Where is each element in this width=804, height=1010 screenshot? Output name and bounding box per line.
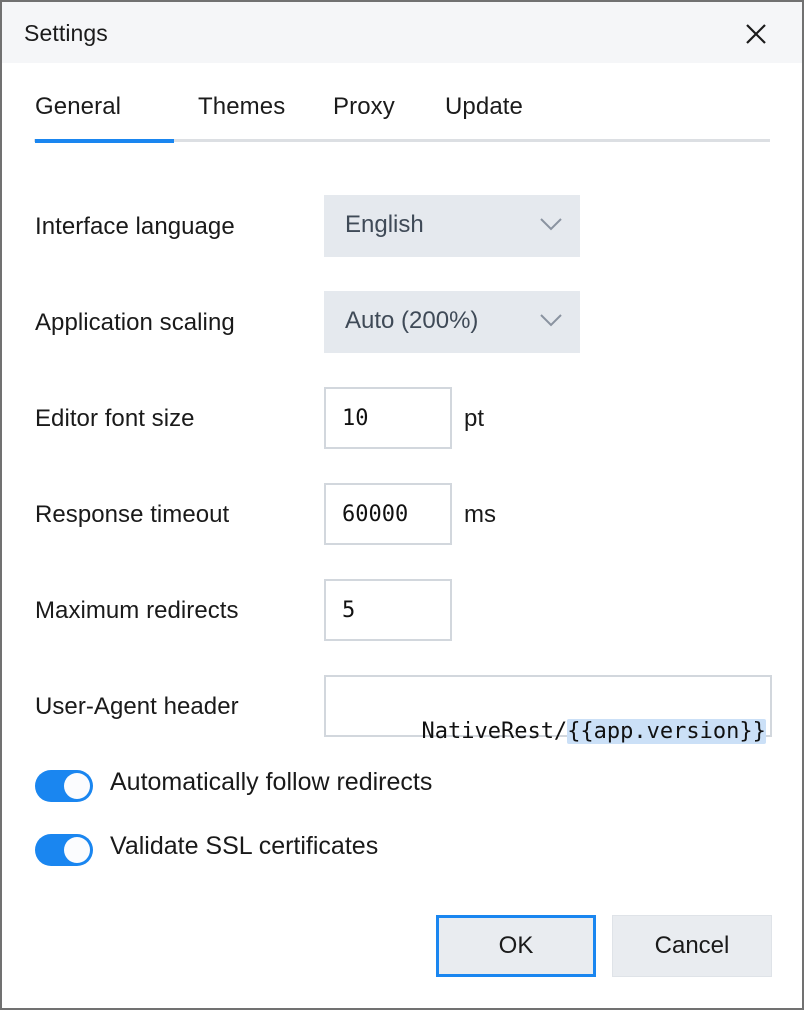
response-timeout-unit: ms [464,501,496,528]
validate-ssl-label: Validate SSL certificates [110,832,379,860]
application-scaling-label: Application scaling [35,309,235,336]
ok-button[interactable]: OK [436,915,596,977]
page-title: Settings [24,20,108,46]
cancel-button-label: Cancel [654,932,730,959]
maximum-redirects-input[interactable]: 5 [324,579,452,641]
interface-language-select[interactable]: English [324,195,580,257]
response-timeout-value: 60000 [342,502,409,527]
active-tab-indicator [35,139,174,143]
validate-ssl-toggle[interactable] [35,834,93,866]
chevron-down-icon [540,313,562,327]
maximum-redirects-value: 5 [342,598,356,623]
user-agent-header-label: User-Agent header [35,693,239,720]
close-icon[interactable] [730,8,782,58]
application-scaling-value: Auto (200%) [345,307,479,334]
editor-font-size-input[interactable]: 10 [324,387,452,449]
chevron-down-icon [540,217,562,231]
follow-redirects-label: Automatically follow redirects [110,768,433,796]
tab-themes[interactable]: Themes [198,93,285,121]
interface-language-label: Interface language [35,213,235,240]
toggle-knob [64,773,90,799]
ok-button-label: OK [498,932,534,959]
settings-dialog-window: Settings General Themes Proxy Update Int… [0,0,804,1010]
tab-proxy[interactable]: Proxy [333,93,395,121]
maximum-redirects-label: Maximum redirects [35,597,239,624]
cancel-button[interactable]: Cancel [612,915,772,977]
response-timeout-label: Response timeout [35,501,230,528]
editor-font-size-value: 10 [342,406,369,431]
follow-redirects-toggle[interactable] [35,770,93,802]
editor-font-size-unit: pt [464,405,485,432]
tab-bar: General Themes Proxy Update [2,63,802,143]
title-bar: Settings [2,2,802,63]
response-timeout-input[interactable]: 60000 [324,483,452,545]
user-agent-header-input[interactable]: NativeRest/{{app.version}} [324,675,772,744]
editor-font-size-label: Editor font size [35,405,195,432]
toggle-knob [64,837,90,863]
user-agent-prefix: NativeRest/ [421,719,568,744]
application-scaling-select[interactable]: Auto (200%) [324,291,580,353]
interface-language-value: English [345,211,424,238]
user-agent-template-token: {{app.version}} [567,719,766,744]
tab-general[interactable]: General [35,93,121,121]
tab-update[interactable]: Update [445,93,523,121]
